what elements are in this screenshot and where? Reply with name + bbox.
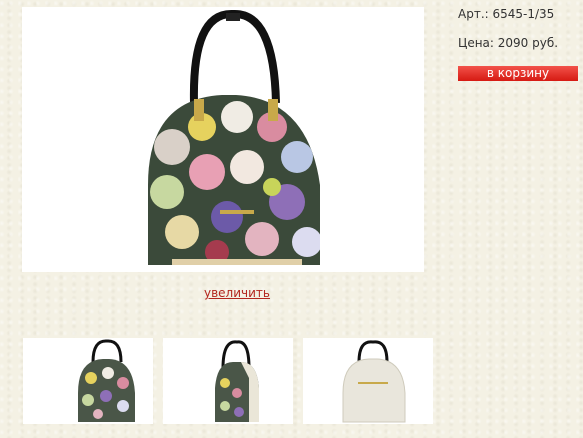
sku-label: Арт.: 6545-1/35 <box>458 7 555 21</box>
thumbnail-floral-front[interactable] <box>23 338 153 424</box>
main-product-image[interactable] <box>22 7 424 272</box>
add-to-cart-button[interactable]: в корзину <box>458 66 578 81</box>
thumbnail-white-back[interactable] <box>303 338 433 424</box>
price-label: Цена: 2090 руб. <box>458 36 559 50</box>
thumbnail-floral-side[interactable] <box>163 338 293 424</box>
zoom-link[interactable]: увеличить <box>204 286 270 300</box>
